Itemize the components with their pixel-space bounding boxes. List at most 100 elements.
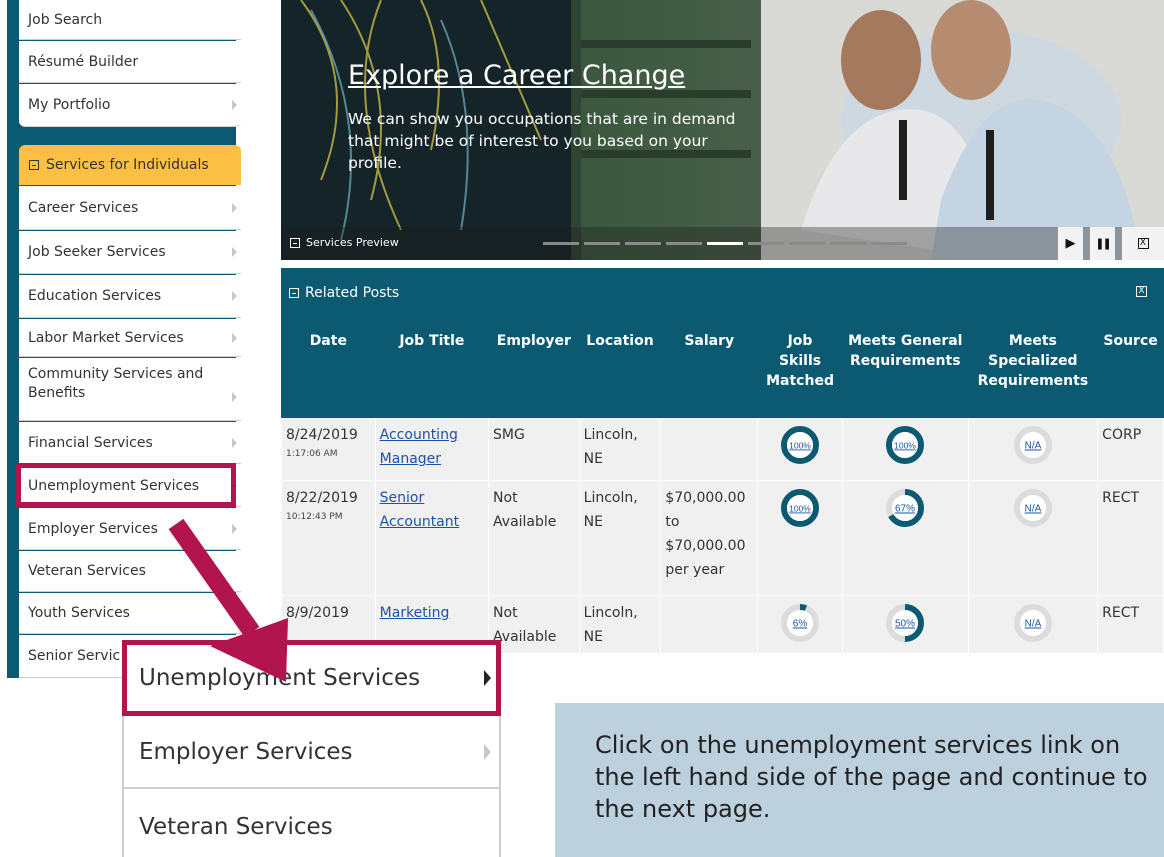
sidebar-item-label: Community Services and Benefits bbox=[28, 366, 204, 401]
sidebar-item-label: Financial Services bbox=[28, 434, 153, 451]
job-title-link[interactable]: Marketing bbox=[380, 605, 450, 621]
specialized-req-cell: N/A bbox=[967, 595, 1099, 654]
location-cell: Lincoln, NE bbox=[578, 480, 662, 596]
column-header[interactable]: Source bbox=[1097, 317, 1164, 418]
employer-cell: Not Available bbox=[488, 595, 580, 654]
employer-cell: SMG bbox=[488, 417, 580, 481]
column-header[interactable]: Job Title bbox=[374, 317, 490, 418]
gauge-label[interactable]: 50% bbox=[895, 619, 915, 630]
chevron-right-icon bbox=[232, 291, 237, 301]
related-posts-title: Related Posts bbox=[305, 285, 400, 301]
carousel-indicator[interactable] bbox=[666, 242, 702, 245]
sidebar-item-label: Résumé Builder bbox=[28, 53, 139, 70]
carousel-indicator[interactable] bbox=[543, 242, 579, 245]
carousel-indicator[interactable] bbox=[830, 242, 866, 245]
carousel-indicator[interactable] bbox=[625, 242, 661, 245]
column-header[interactable]: Date bbox=[281, 317, 376, 418]
carousel-control-bar: Services Preview ▶ ❚❚ X bbox=[281, 227, 1164, 260]
sidebar-item-label: Job Search bbox=[28, 11, 103, 28]
collapse-icon bbox=[290, 237, 300, 248]
date-value: 8/24/2019 bbox=[286, 427, 358, 443]
sidebar-section-header[interactable]: Services for Individuals bbox=[19, 145, 241, 185]
chevron-right-icon bbox=[232, 202, 237, 213]
skills-gauge[interactable]: 100% bbox=[780, 488, 820, 528]
source-cell: CORP bbox=[1097, 417, 1164, 481]
carousel-indicator[interactable] bbox=[584, 242, 620, 245]
gauge-label[interactable]: 100% bbox=[789, 441, 811, 451]
related-posts-table: Date Job Title Employer Location Salary … bbox=[281, 317, 1164, 654]
sidebar-item-job-search[interactable]: Job Search bbox=[19, 0, 241, 40]
skills-matched-cell: 6% bbox=[757, 595, 843, 654]
collapse-icon bbox=[29, 160, 39, 170]
sidebar-item-label: Youth Services bbox=[28, 605, 130, 621]
sidebar-item-career-services[interactable]: Career Services bbox=[19, 186, 241, 230]
sidebar-item-education-services[interactable]: Education Services bbox=[19, 275, 241, 318]
play-button[interactable]: ▶ bbox=[1057, 227, 1083, 260]
pause-button[interactable]: ❚❚ bbox=[1089, 227, 1115, 260]
sidebar-item-my-portfolio[interactable]: My Portfolio bbox=[19, 84, 241, 127]
sidebar-item-financial-services[interactable]: Financial Services bbox=[19, 422, 241, 464]
column-header[interactable]: Meets General Requirements bbox=[841, 317, 969, 418]
close-icon: X bbox=[1137, 238, 1149, 249]
services-preview-toggle[interactable]: Services Preview bbox=[290, 236, 399, 249]
general-req-gauge[interactable]: 67% bbox=[885, 488, 925, 528]
gauge-label[interactable]: N/A bbox=[1025, 441, 1042, 452]
sidebar-item-label: Education Services bbox=[28, 288, 162, 304]
sidebar-item-community-services[interactable]: Community Services and Benefits bbox=[19, 358, 241, 421]
sidebar-item-label: Employer Services bbox=[28, 520, 158, 537]
sidebar-item-label: Career Services bbox=[28, 199, 139, 216]
time-value: 1:17:06 AM bbox=[286, 449, 338, 459]
carousel-indicator[interactable] bbox=[789, 242, 825, 245]
specialized-req-gauge[interactable]: N/A bbox=[1013, 488, 1053, 528]
pointer-arrow-icon bbox=[168, 518, 288, 682]
close-icon[interactable]: X bbox=[1136, 286, 1147, 297]
sidebar-item-labor-market-services[interactable]: Labor Market Services bbox=[19, 319, 241, 357]
gauge-label[interactable]: N/A bbox=[1025, 504, 1042, 515]
hero-carousel: Explore a Career Change We can show you … bbox=[281, 0, 1164, 260]
zoom-item-employer-services[interactable]: Employer Services bbox=[124, 717, 499, 789]
column-header[interactable]: Meets Specialized Requirements bbox=[967, 317, 1099, 418]
sidebar-item-label: My Portfolio bbox=[28, 97, 111, 113]
sidebar-item-job-seeker-services[interactable]: Job Seeker Services bbox=[19, 231, 241, 274]
date-value: 8/22/2019 bbox=[286, 490, 358, 506]
skills-gauge[interactable]: 100% bbox=[780, 425, 820, 465]
carousel-indicator[interactable] bbox=[748, 242, 784, 245]
gauge-label[interactable]: 100% bbox=[789, 504, 811, 514]
specialized-req-cell: N/A bbox=[967, 480, 1099, 596]
chevron-right-icon bbox=[232, 332, 237, 343]
carousel-indicator[interactable] bbox=[871, 242, 907, 245]
specialized-req-gauge[interactable]: N/A bbox=[1013, 425, 1053, 465]
instruction-callout: Click on the unemployment services link … bbox=[555, 703, 1164, 857]
gauge-label[interactable]: N/A bbox=[1025, 619, 1042, 630]
gauge-label[interactable]: 6% bbox=[793, 619, 808, 630]
chevron-right-icon bbox=[232, 392, 237, 402]
source-cell: RECT bbox=[1097, 480, 1164, 596]
general-req-gauge[interactable]: 50% bbox=[885, 603, 925, 643]
job-title-cell: Senior Accountant bbox=[374, 480, 490, 596]
zoom-item-veteran-services[interactable]: Veteran Services bbox=[124, 791, 499, 857]
hero-title-link[interactable]: Explore a Career Change bbox=[348, 60, 685, 91]
section-header-label: Services for Individuals bbox=[46, 157, 209, 173]
specialized-req-gauge[interactable]: N/A bbox=[1013, 603, 1053, 643]
sidebar-item-label: Senior Servic bbox=[28, 648, 121, 664]
carousel-indicator[interactable] bbox=[707, 242, 743, 245]
skills-gauge[interactable]: 6% bbox=[780, 603, 820, 643]
job-title-link[interactable]: Senior Accountant bbox=[380, 490, 459, 530]
column-header[interactable]: Job Skills Matched bbox=[757, 317, 843, 418]
collapse-icon bbox=[289, 288, 299, 298]
zoom-item-label: Employer Services bbox=[139, 739, 353, 765]
gauge-label[interactable]: 100% bbox=[894, 441, 916, 451]
chevron-right-icon bbox=[232, 437, 237, 448]
related-posts-toggle[interactable]: Related Posts bbox=[289, 285, 399, 301]
sidebar-item-resume-builder[interactable]: Résumé Builder bbox=[19, 41, 241, 83]
pause-icon: ❚❚ bbox=[1095, 237, 1112, 250]
column-header[interactable]: Location bbox=[578, 317, 662, 418]
column-header[interactable]: Salary bbox=[660, 317, 759, 418]
sidebar-item-label: Veteran Services bbox=[28, 563, 146, 579]
gauge-label[interactable]: 67% bbox=[895, 504, 915, 515]
close-preview-button[interactable]: X bbox=[1121, 227, 1164, 260]
column-header[interactable]: Employer bbox=[488, 317, 580, 418]
chevron-right-icon bbox=[484, 744, 491, 760]
job-title-link[interactable]: Accounting Manager bbox=[380, 427, 458, 467]
general-req-gauge[interactable]: 100% bbox=[885, 425, 925, 465]
